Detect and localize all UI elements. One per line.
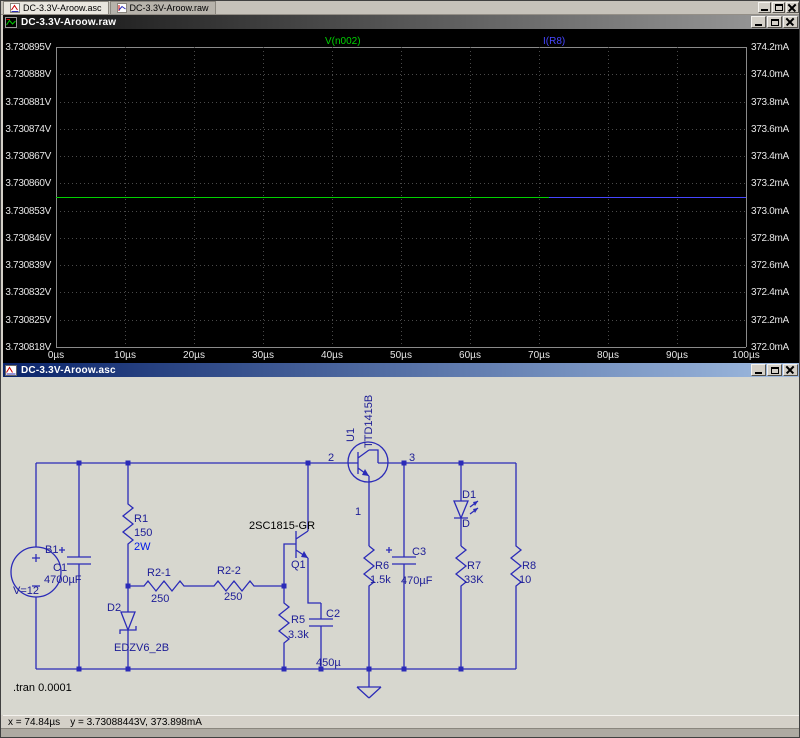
d2-name: D2 (107, 602, 121, 614)
close-icon (788, 4, 797, 12)
u1-pin2: 2 (328, 452, 334, 464)
r2a-name: R2-1 (147, 567, 171, 579)
schematic-close-button[interactable] (783, 364, 798, 376)
x-axis-label: 50µs (390, 350, 412, 361)
c1-name: C1 (53, 562, 67, 574)
status-bar: x = 74.84µs y = 3.73088443V, 373.898mA (3, 715, 799, 728)
r2b-value: 250 (224, 591, 242, 603)
q1-name: Q1 (291, 559, 306, 571)
r5-name: R5 (291, 614, 305, 626)
r1-value: 150 (134, 527, 152, 539)
minimize-icon (755, 372, 762, 374)
x-axis-label: 90µs (666, 350, 688, 361)
close-icon (786, 366, 795, 374)
tab-label: DC-3.3V-Aroow.raw (130, 3, 209, 13)
u1-name: U1 (345, 428, 357, 442)
r5-value: 3.3k (288, 629, 309, 641)
close-button[interactable] (786, 2, 799, 13)
r8-value: 10 (519, 574, 531, 586)
d1-name: D1 (462, 489, 476, 501)
r6-value: 1.5k (370, 574, 391, 586)
waveform-file-icon (117, 3, 127, 13)
schematic-window-title: DC-3.3V-Aroow.asc (21, 365, 116, 376)
maximize-icon (775, 4, 783, 11)
d2-value: EDZV6_2B (114, 642, 169, 654)
spice-directive: .tran 0.0001 (13, 682, 72, 694)
c1-value: 4700µF (44, 574, 82, 586)
x-axis-label: 0µs (48, 350, 64, 361)
r2b-name: R2-2 (217, 565, 241, 577)
schematic-minimize-button[interactable] (751, 364, 766, 376)
minimize-button[interactable] (758, 2, 771, 13)
x-axis-label: 100µs (732, 350, 759, 361)
r7-name: R7 (467, 560, 481, 572)
schematic-background (1, 377, 800, 715)
d1-value: D (462, 518, 470, 530)
maximize-button[interactable] (772, 2, 785, 13)
maximize-icon (771, 19, 779, 26)
tab-waveform[interactable]: DC-3.3V-Aroow.raw (110, 1, 216, 14)
schematic-window-controls (751, 364, 798, 376)
x-axis-label: 20µs (183, 350, 205, 361)
c3-name: C3 (412, 546, 426, 558)
x-axis-label: 70µs (528, 350, 550, 361)
minimize-icon (755, 24, 762, 26)
schematic-window-titlebar[interactable]: DC-3.3V-Aroow.asc (3, 363, 799, 377)
cursor-y-readout: y = 3.73088443V, 373.898mA (70, 717, 202, 728)
cursor-x-readout: x = 74.84µs (8, 717, 60, 728)
schematic-maximize-button[interactable] (767, 364, 782, 376)
schematic-window-icon (5, 365, 17, 376)
x-axis-label: 10µs (114, 350, 136, 361)
q1-model: 2SC1815-GR (249, 520, 315, 532)
window-tab-strip: DC-3.3V-Aroow.asc DC-3.3V-Aroow.raw (1, 1, 800, 15)
u1-value: TTD1415B (363, 395, 375, 448)
ltspice-app-window: DC-3.3V-Aroow.asc DC-3.3V-Aroow.raw DC-3… (0, 0, 800, 738)
tab-schematic[interactable]: DC-3.3V-Aroow.asc (3, 1, 109, 14)
x-axis-label: 60µs (459, 350, 481, 361)
x-axis-labels: 0µs 10µs 20µs 30µs 40µs 50µs 60µs 70µs 80µs 90µs 1… (3, 29, 799, 363)
bottom-strip (1, 728, 800, 738)
waveform-window-controls (751, 16, 798, 28)
b1-value: V=12 (13, 585, 39, 597)
x-axis-label: 80µs (597, 350, 619, 361)
x-axis-label: 30µs (252, 350, 274, 361)
schematic-file-icon (10, 3, 20, 13)
r2a-value: 250 (151, 593, 169, 605)
waveform-plot-pane[interactable]: V(n002) I(R8) 3.730895V3.730888V3.730881… (3, 29, 799, 363)
minimize-icon (761, 9, 768, 11)
schematic-canvas[interactable]: B1 V=12 C1 4700µF R1 150 2W D2 EDZV6_2B … (1, 377, 800, 715)
waveform-maximize-button[interactable] (767, 16, 782, 28)
waveform-minimize-button[interactable] (751, 16, 766, 28)
c3-value: 470µF (401, 575, 433, 587)
r1-power-comment: 2W (134, 541, 151, 553)
r7-value: 33K (464, 574, 484, 586)
r8-name: R8 (522, 560, 536, 572)
c2-value: 450µ (316, 657, 341, 669)
waveform-window-title: DC-3.3V-Aroow.raw (21, 17, 116, 28)
r6-name: R6 (375, 560, 389, 572)
waveform-window-icon (5, 17, 17, 28)
waveform-window-titlebar[interactable]: DC-3.3V-Aroow.raw (3, 15, 799, 29)
waveform-close-button[interactable] (783, 16, 798, 28)
b1-name: B1 (45, 544, 58, 556)
app-window-controls (758, 2, 799, 14)
r1-name: R1 (134, 513, 148, 525)
u1-pin1: 1 (355, 506, 361, 518)
u1-pin3: 3 (409, 452, 415, 464)
tab-label: DC-3.3V-Aroow.asc (23, 3, 102, 13)
c2-name: C2 (326, 608, 340, 620)
maximize-icon (771, 367, 779, 374)
close-icon (786, 18, 795, 26)
x-axis-label: 40µs (321, 350, 343, 361)
